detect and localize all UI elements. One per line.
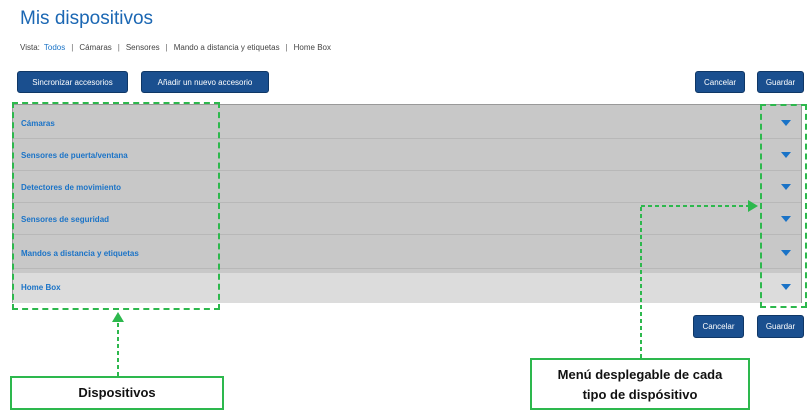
annotation-arrows [112, 200, 758, 376]
devices-callout-text: Dispositivos [78, 385, 156, 400]
dropdown-arrow-head [748, 200, 758, 212]
devices-callout: Dispositivos [10, 376, 224, 410]
dropdown-callout-line2: tipo de dispósitivo [582, 387, 698, 402]
devices-arrow-head [112, 312, 124, 322]
dropdown-callout: Menú desplegable de cada tipo de dispósi… [530, 358, 750, 410]
dropdown-callout-line1: Menú desplegable de cada [557, 367, 723, 382]
